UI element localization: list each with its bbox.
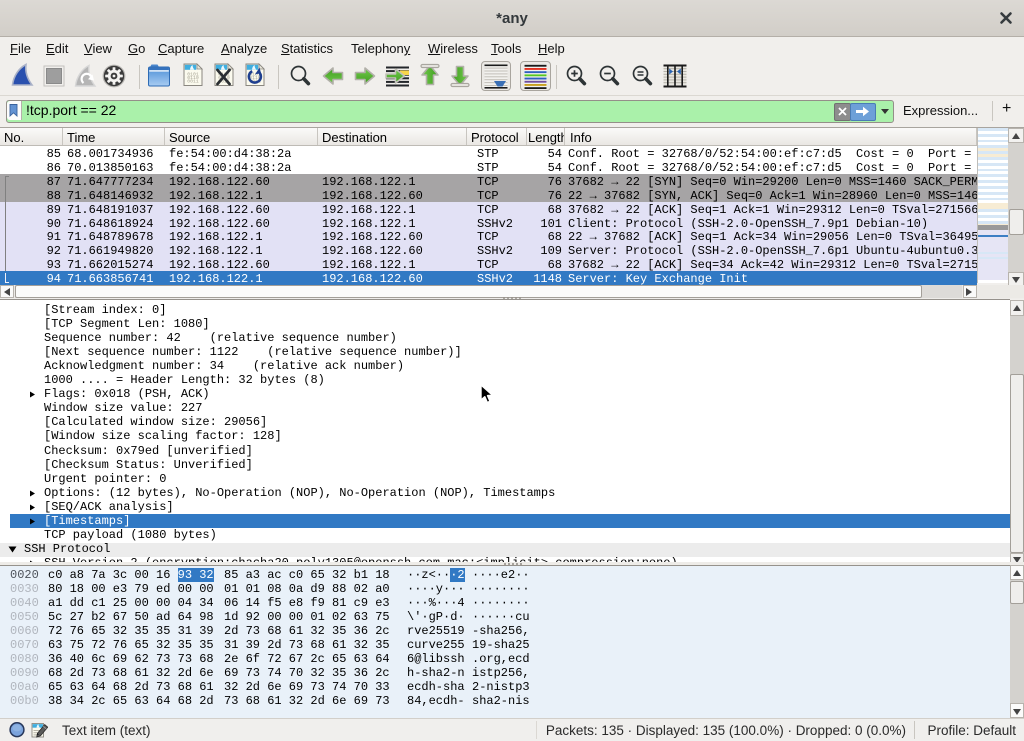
svg-text:0011: 0011: [187, 79, 199, 85]
